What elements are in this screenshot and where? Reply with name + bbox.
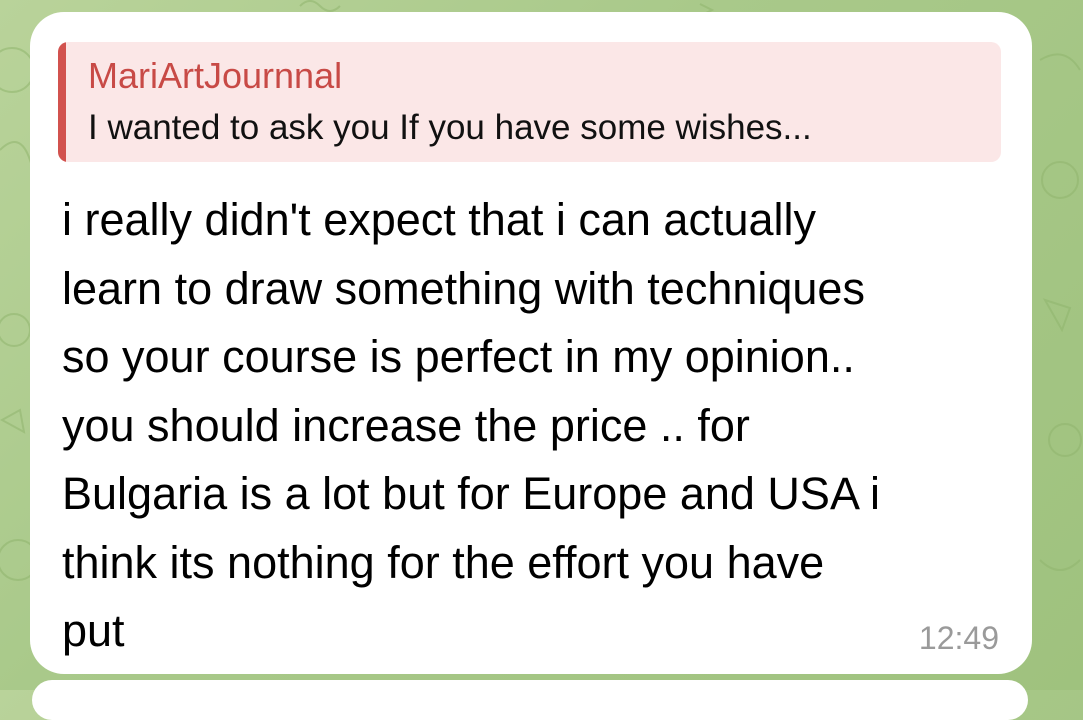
reply-quote[interactable]: MariArtJournnal I wanted to ask you If y… [58,42,1001,162]
message-line: think its nothing for the effort you hav… [62,536,825,588]
message-line: learn to draw something with techniques [62,262,865,314]
reply-accent-bar [58,42,66,162]
message-line: put [62,605,125,656]
message-line: you should increase the price .. for [62,399,750,451]
message-line: Bulgaria is a lot but for Europe and USA… [62,468,880,519]
message-line: so your course is perfect in my opinion.… [62,331,855,382]
reply-author: MariArtJournnal [88,55,343,96]
message-bubble[interactable]: MariArtJournnal I wanted to ask you If y… [30,12,1032,674]
message-line: i really didn't expect that i can actual… [62,194,816,245]
reply-preview-text: I wanted to ask you If you have some wis… [88,108,812,147]
next-message-bubble[interactable] [32,680,1028,720]
message-text: i really didn't expect that i can actual… [62,186,1002,666]
message-timestamp: 12:49 [918,620,999,656]
